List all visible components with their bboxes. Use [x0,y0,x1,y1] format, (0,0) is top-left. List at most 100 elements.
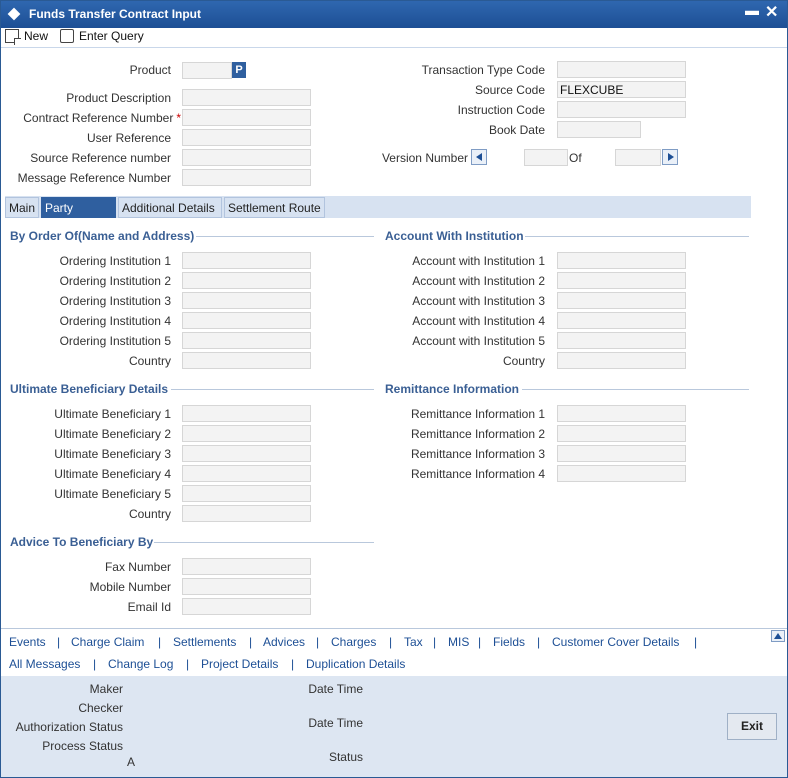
minimize-button[interactable]: ▬ [745,2,759,18]
user-reference-label: User Reference [86,131,171,145]
account-with-2-label: Account with Institution 2 [412,274,545,288]
user-reference-input[interactable] [182,129,311,146]
remittance-3-label: Remittance Information 3 [410,447,545,461]
email-id-input[interactable] [182,598,311,615]
account-with-5-input[interactable] [557,332,686,349]
section-divider [171,389,374,390]
tab-party-details[interactable]: Party Details [41,197,116,235]
book-date-label: Book Date [488,123,545,137]
link-separator: | [316,635,320,649]
account-with-1-label: Account with Institution 1 [412,254,545,268]
account-with-3-label: Account with Institution 3 [412,294,545,308]
source-reference-label: Source Reference number [30,151,171,165]
link-separator: | [433,635,437,649]
ordering-country-label: Country [128,354,171,368]
contract-reference-input[interactable] [182,109,311,126]
account-with-3-input[interactable] [557,292,686,309]
link-separator: | [158,635,162,649]
exit-button[interactable]: Exit [727,713,777,740]
link-events[interactable]: Events [9,635,46,649]
ordering-country-input[interactable] [182,352,311,369]
link-change-log[interactable]: Change Log [108,657,173,671]
process-status-value: A [126,755,135,769]
ultimate-country-input[interactable] [182,505,311,522]
version-number-input[interactable] [524,149,568,166]
email-id-label: Email Id [127,600,171,614]
tab-main[interactable]: Main [5,197,39,218]
product-input[interactable] [182,62,232,79]
link-all-messages[interactable]: All Messages [9,657,80,671]
version-next-button[interactable] [662,149,678,165]
link-separator: | [249,635,253,649]
ultimate-beneficiary-4-input[interactable] [182,465,311,482]
remittance-1-input[interactable] [557,405,686,422]
contract-reference-text: Contract Reference Number [23,111,174,125]
new-button[interactable]: New [5,29,49,45]
ultimate-beneficiary-3-label: Ultimate Beneficiary 3 [54,447,171,461]
close-button[interactable]: ✕ [765,2,778,22]
process-status-label: Process Status [42,739,123,753]
product-lov-button[interactable]: P [232,62,246,78]
link-charges[interactable]: Charges [331,635,376,649]
product-description-input[interactable] [182,89,311,106]
link-advices[interactable]: Advices [263,635,305,649]
section-divider [196,236,374,237]
link-fields[interactable]: Fields [493,635,525,649]
link-customer-cover-details[interactable]: Customer Cover Details [552,635,679,649]
version-total-input[interactable] [615,149,661,166]
tab-additional-details[interactable]: Additional Details [118,197,222,218]
link-separator: | [478,635,482,649]
link-duplication-details[interactable]: Duplication Details [306,657,405,671]
link-settlements[interactable]: Settlements [173,635,236,649]
ordering-institution-4-input[interactable] [182,312,311,329]
of-label: Of [569,151,582,165]
mobile-number-input[interactable] [182,578,311,595]
version-previous-button[interactable] [471,149,487,165]
link-separator: | [186,657,190,671]
ordering-institution-1-input[interactable] [182,252,311,269]
remittance-2-input[interactable] [557,425,686,442]
product-description-label: Product Description [66,91,171,105]
scroll-up-button[interactable] [771,630,785,642]
link-mis[interactable]: MIS [448,635,469,649]
ultimate-beneficiary-2-input[interactable] [182,425,311,442]
account-with-1-input[interactable] [557,252,686,269]
new-label: New [24,29,49,43]
source-code-input[interactable] [557,81,686,98]
remittance-4-input[interactable] [557,465,686,482]
remittance-4-label: Remittance Information 4 [410,467,545,481]
link-separator: | [389,635,393,649]
ordering-institution-2-input[interactable] [182,272,311,289]
account-with-4-input[interactable] [557,312,686,329]
fax-number-label: Fax Number [104,560,171,574]
ultimate-beneficiary-3-input[interactable] [182,445,311,462]
ordering-institution-3-input[interactable] [182,292,311,309]
tab-settlement-route[interactable]: Settlement Route [224,197,325,218]
link-project-details[interactable]: Project Details [201,657,278,671]
account-with-country-input[interactable] [557,352,686,369]
account-with-2-input[interactable] [557,272,686,289]
by-order-of-heading: By Order Of(Name and Address) [10,229,195,243]
contract-reference-label: Contract Reference Number * [11,111,181,125]
account-with-5-label: Account with Institution 5 [412,334,545,348]
link-tax[interactable]: Tax [404,635,423,649]
account-with-4-label: Account with Institution 4 [412,314,545,328]
section-divider [522,389,749,390]
book-date-input[interactable] [557,121,641,138]
enter-query-button[interactable]: Enter Query [60,29,144,43]
message-reference-input[interactable] [182,169,311,186]
ultimate-beneficiary-5-input[interactable] [182,485,311,502]
transaction-type-input[interactable] [557,61,686,78]
link-charge-claim[interactable]: Charge Claim [71,635,144,649]
source-reference-input[interactable] [182,149,311,166]
toolbar: New Enter Query [1,28,787,48]
version-number-label: Version Number [381,151,468,165]
remittance-3-input[interactable] [557,445,686,462]
ultimate-beneficiary-1-input[interactable] [182,405,311,422]
fax-number-input[interactable] [182,558,311,575]
ordering-institution-5-input[interactable] [182,332,311,349]
ordering-institution-5-label: Ordering Institution 5 [59,334,171,348]
instruction-code-input[interactable] [557,101,686,118]
ordering-institution-2-label: Ordering Institution 2 [59,274,171,288]
ultimate-beneficiary-4-label: Ultimate Beneficiary 4 [54,467,171,481]
